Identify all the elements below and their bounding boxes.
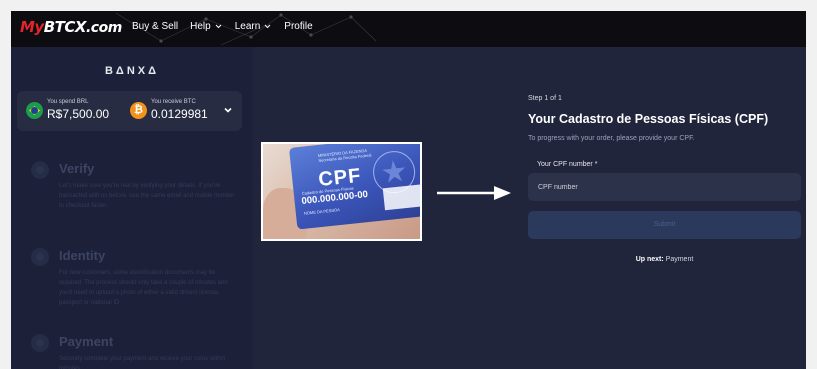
nav-profile[interactable]: Profile <box>284 21 312 32</box>
step-indicator: Step 1 of 1 <box>528 95 562 102</box>
step-verify-title: Verify <box>59 161 95 176</box>
receive-label: You receive BTC <box>151 99 196 105</box>
step-payment-title: Payment <box>59 334 114 349</box>
nav-learn[interactable]: Learn <box>235 21 273 32</box>
step-identity-title: Identity <box>59 248 106 263</box>
step-identity-description: For new customers, some identification d… <box>59 270 228 306</box>
up-next-label: Up next: <box>635 256 664 263</box>
nav-buy-sell-label: Buy & Sell <box>132 21 179 32</box>
up-next: Up next: Payment <box>528 256 801 263</box>
nav-help[interactable]: Help <box>190 21 223 32</box>
network-background-graphic <box>115 12 377 46</box>
nav-profile-label: Profile <box>284 21 313 32</box>
chevron-down-icon <box>215 24 222 29</box>
order-sidebar: BΔNXΔ You spend BRL R$7,500.00 ₿ You rec… <box>11 47 253 369</box>
nav-learn-label: Learn <box>234 21 261 32</box>
arrow-right-icon <box>437 186 511 200</box>
page-subtitle: To progress with your order, please prov… <box>528 135 695 142</box>
card-name-caption: NOME DA PESSOA <box>303 207 340 216</box>
app-window: MyBTCX.com Buy & Sell Help Learn Profile… <box>11 11 806 369</box>
nav-buy-sell[interactable]: Buy & Sell <box>132 21 178 32</box>
receive-value: 0.0129981 <box>151 107 208 121</box>
step-identity-indicator <box>31 248 49 266</box>
step-verify-description: Let's make sure you're real by verifying… <box>59 183 235 209</box>
brazil-flag-icon <box>26 102 43 119</box>
logo-btcx-text: BTCX <box>43 18 87 36</box>
mybtcx-logo[interactable]: MyBTCX.com <box>20 18 122 36</box>
top-navigation-bar: MyBTCX.com Buy & Sell Help Learn Profile <box>11 11 806 47</box>
nav-help-label: Help <box>190 21 211 32</box>
main-content: MINISTÉRIO DA FAZENDA Secretaria da Rece… <box>253 47 806 369</box>
cpf-field-label: Your CPF number * <box>537 161 598 168</box>
logo-my-text: My <box>20 18 44 36</box>
spend-label: You spend BRL <box>47 99 89 105</box>
spend-value: R$7,500.00 <box>47 107 110 121</box>
up-next-value: Payment <box>665 256 694 263</box>
order-quote-summary[interactable]: You spend BRL R$7,500.00 ₿ You receive B… <box>17 91 242 131</box>
step-verify-indicator <box>31 161 49 179</box>
card-white-strip <box>382 183 420 211</box>
step-payment-indicator <box>31 334 49 352</box>
logo-dotcom-text: .com <box>85 20 122 36</box>
bitcoin-icon: ₿ <box>130 102 147 119</box>
chevron-down-icon <box>264 24 271 29</box>
cpf-number-input[interactable] <box>528 173 801 201</box>
submit-button[interactable]: Submit <box>528 211 801 239</box>
page-title: Your Cadastro de Pessoas Físicas (CPF) <box>528 112 769 126</box>
step-payment-description: Securely complete your payment and recei… <box>59 356 226 369</box>
main-nav: Buy & Sell Help Learn Profile <box>132 21 313 32</box>
cpf-card-photo: MINISTÉRIO DA FAZENDA Secretaria da Rece… <box>261 142 422 241</box>
cpf-card: MINISTÉRIO DA FAZENDA Secretaria da Rece… <box>289 144 420 230</box>
banxa-logo: BΔNXΔ <box>104 65 160 77</box>
chevron-down-icon[interactable] <box>223 105 233 115</box>
